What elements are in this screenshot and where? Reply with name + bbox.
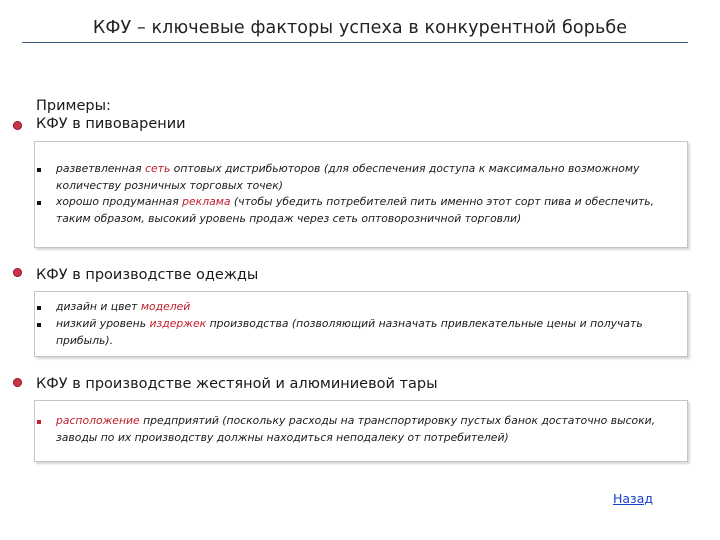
list-item: расположение предприятий (поскольку расх…	[56, 414, 656, 444]
intro-label: Примеры:	[36, 98, 111, 114]
section-heading: КФУ в пивоварении	[36, 116, 186, 132]
square-bullet-icon	[37, 420, 41, 424]
slide-title: КФУ – ключевые факторы успеха в конкурен…	[92, 18, 628, 38]
square-bullet-icon	[37, 201, 41, 205]
bullet-dot-icon	[13, 121, 22, 130]
bullet-dot-icon	[13, 378, 22, 387]
square-bullet-icon	[37, 323, 41, 327]
section-heading: КФУ в производстве одежды	[36, 267, 259, 283]
list-item: разветвленная сеть оптовых дистрибьюторо…	[56, 162, 640, 192]
list-item: хорошо продуманная реклама (чтобы убедит…	[56, 195, 655, 225]
back-link[interactable]: Назад	[613, 491, 653, 506]
section-heading: КФУ в производстве жестяной и алюминиево…	[36, 376, 438, 392]
list-item: низкий уровень издержек производства (по…	[56, 317, 643, 347]
square-bullet-icon	[37, 168, 41, 172]
title-underline	[22, 42, 688, 43]
list-item: дизайн и цвет моделей	[56, 300, 191, 313]
bullet-dot-icon	[13, 268, 22, 277]
square-bullet-icon	[37, 306, 41, 310]
